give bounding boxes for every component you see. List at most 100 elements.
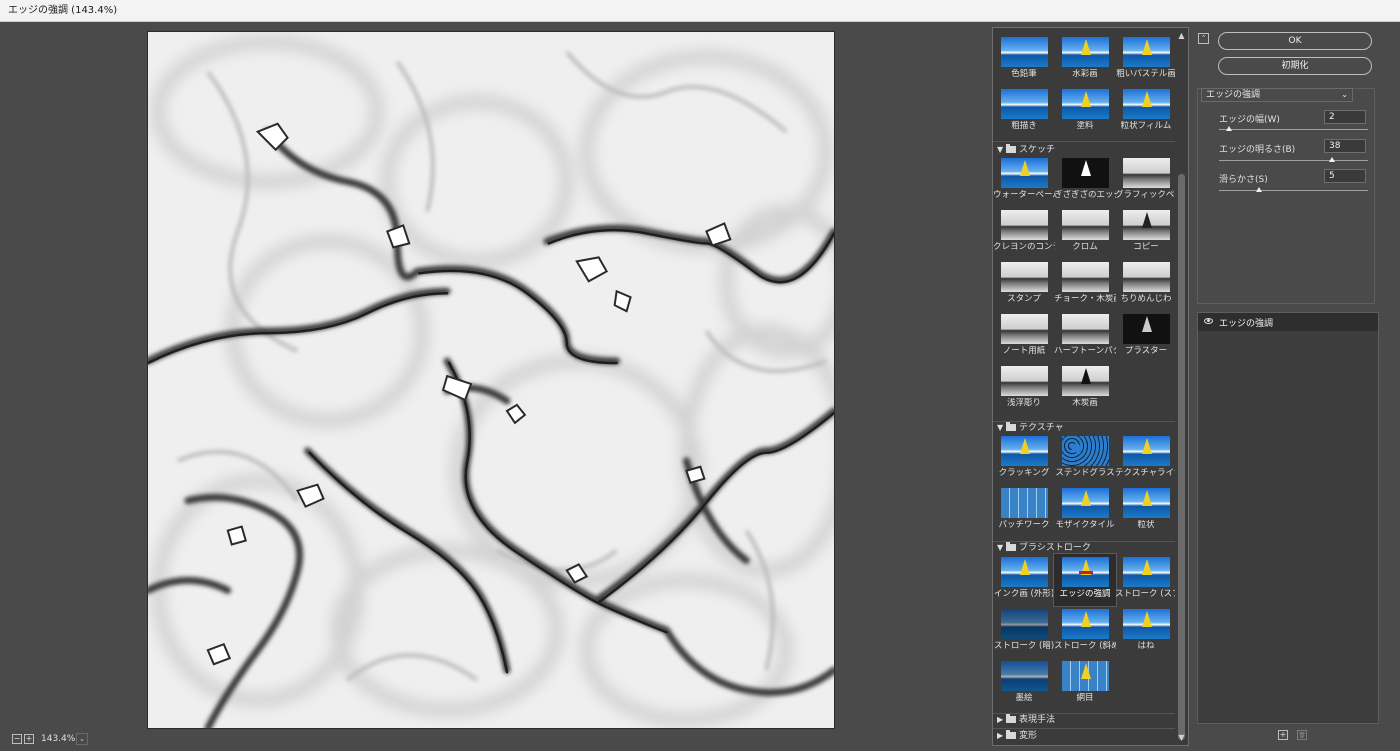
preview-image xyxy=(148,32,834,728)
filter-thumbnail xyxy=(1123,158,1170,188)
folder-icon xyxy=(1006,422,1016,431)
filter-label: ぎざぎざのエッジ xyxy=(1054,190,1116,200)
filter-label: クラッキング xyxy=(998,468,1050,478)
filter-thumb[interactable]: クレヨンのコンテ画 xyxy=(993,207,1055,259)
filter-thumb[interactable]: 塗料 xyxy=(1054,86,1116,138)
expand-triangle-icon: ▶ xyxy=(997,715,1004,724)
filter-thumbnail xyxy=(1123,210,1170,240)
filter-label: ストローク (斜め) xyxy=(1054,641,1116,651)
category-brush-strokes[interactable]: ▼ ブラシストローク xyxy=(997,542,1175,554)
zoom-dropdown[interactable]: ⌄ xyxy=(76,733,88,745)
smoothness-slider-thumb[interactable] xyxy=(1256,187,1263,192)
scroll-down-arrow-icon[interactable]: ▼ xyxy=(1177,733,1186,742)
filter-thumb[interactable]: ストローク (スプレー) xyxy=(1115,554,1177,606)
filter-thumb[interactable]: パッチワーク xyxy=(993,485,1055,537)
category-label: 変形 xyxy=(1019,731,1038,741)
filter-thumb[interactable]: 墨絵 xyxy=(993,658,1055,710)
reset-button[interactable]: 初期化 xyxy=(1218,57,1372,75)
filter-thumb[interactable]: テクスチャライザー xyxy=(1115,433,1177,485)
folder-icon xyxy=(1006,730,1016,739)
filter-thumb[interactable]: 網目 xyxy=(1054,658,1116,710)
filter-thumbnail xyxy=(1001,89,1048,119)
expand-triangle-icon: ▶ xyxy=(997,731,1004,740)
filter-thumbnail xyxy=(1062,262,1109,292)
filter-thumbnail xyxy=(1062,210,1109,240)
ok-button[interactable]: OK xyxy=(1218,32,1372,50)
filter-select[interactable]: エッジの強調 ⌄ xyxy=(1201,88,1353,102)
category-distort[interactable]: ▶ 変形 xyxy=(997,730,1175,742)
smoothness-input[interactable]: 5 xyxy=(1324,169,1366,183)
filter-thumbnail xyxy=(1001,488,1048,518)
param-label-edge-brightness: エッジの明るさ(B) xyxy=(1219,145,1296,155)
filter-thumb[interactable]: 浅浮彫り xyxy=(993,363,1055,415)
eye-icon[interactable] xyxy=(1204,318,1213,324)
filter-label: クロム xyxy=(1072,242,1098,252)
filter-thumb[interactable]: プラスター xyxy=(1115,311,1177,363)
filter-thumb[interactable]: 粒状フィルム xyxy=(1115,86,1177,138)
gallery-scrollbar[interactable]: ▲ ▼ xyxy=(1175,28,1188,745)
filter-label: 水彩画 xyxy=(1072,69,1098,79)
filter-thumbnail xyxy=(1123,557,1170,587)
filter-label: 塗料 xyxy=(1076,121,1094,131)
new-effect-layer-button[interactable]: + xyxy=(1278,730,1288,740)
filter-select-value: エッジの強調 xyxy=(1206,90,1261,100)
collapse-gallery-icon[interactable]: ⌃ xyxy=(1198,33,1209,44)
filter-thumb-selected[interactable]: エッジの強調 xyxy=(1053,553,1117,607)
filter-thumb[interactable]: モザイクタイル xyxy=(1054,485,1116,537)
filter-label: 網目 xyxy=(1076,693,1094,703)
filter-thumbnail xyxy=(1062,488,1109,518)
filter-label: 墨絵 xyxy=(1015,693,1033,703)
trash-icon: 🗑 xyxy=(1298,732,1306,739)
filter-thumb[interactable]: ノート用紙 xyxy=(993,311,1055,363)
zoom-in-button[interactable]: + xyxy=(24,734,34,744)
folder-icon xyxy=(1006,714,1016,723)
smoothness-slider[interactable] xyxy=(1219,190,1368,191)
filter-thumb[interactable]: 水彩画 xyxy=(1054,34,1116,86)
filter-thumbnail xyxy=(1062,89,1109,119)
edge-width-slider-thumb[interactable] xyxy=(1226,126,1233,131)
filter-thumb[interactable]: クロム xyxy=(1054,207,1116,259)
filter-gallery-list: 色鉛筆 水彩画 粗いパステル画 粗描き 塗料 粒状フィルム ▼ スケッチ ウォータ… xyxy=(993,28,1177,745)
edge-width-slider[interactable] xyxy=(1219,129,1368,130)
category-label: ブラシストローク xyxy=(1019,543,1091,553)
filter-thumbnail xyxy=(1001,210,1048,240)
filter-thumb[interactable]: ハーフトーンパターン xyxy=(1054,311,1116,363)
filter-label: 粒状フィルム xyxy=(1120,121,1172,131)
preview-canvas[interactable] xyxy=(147,31,835,729)
delete-effect-layer-button[interactable]: 🗑 xyxy=(1297,730,1307,740)
filter-thumb[interactable]: 粗描き xyxy=(993,86,1055,138)
filter-thumb[interactable]: ちりめんじわ xyxy=(1115,259,1177,311)
filter-thumbnail xyxy=(1001,557,1048,587)
edge-width-input[interactable]: 2 xyxy=(1324,110,1366,124)
filter-label: 木炭画 xyxy=(1072,398,1098,408)
scroll-up-arrow-icon[interactable]: ▲ xyxy=(1177,31,1186,40)
category-stylize[interactable]: ▶ 表現手法 xyxy=(997,714,1175,726)
filter-thumb[interactable]: はね xyxy=(1115,606,1177,658)
filter-thumb[interactable]: ぎざぎざのエッジ xyxy=(1054,155,1116,207)
edge-brightness-slider[interactable] xyxy=(1219,160,1368,161)
filter-thumb[interactable]: 粒状 xyxy=(1115,485,1177,537)
filter-thumbnail xyxy=(1062,314,1109,344)
filter-thumb[interactable]: 粗いパステル画 xyxy=(1115,34,1177,86)
filter-thumb[interactable]: ウォーターペーパー xyxy=(993,155,1055,207)
filter-thumb[interactable]: 木炭画 xyxy=(1054,363,1116,415)
filter-label: ノート用紙 xyxy=(1002,346,1046,356)
filter-thumb[interactable]: インク画 (外形) xyxy=(993,554,1055,606)
filter-thumb[interactable]: クラッキング xyxy=(993,433,1055,485)
filter-thumbnail xyxy=(1123,89,1170,119)
filter-thumb[interactable]: コピー xyxy=(1115,207,1177,259)
filter-label: 粗いパステル画 xyxy=(1116,69,1176,79)
edge-brightness-slider-thumb[interactable] xyxy=(1329,157,1336,162)
filter-thumb[interactable]: チョーク・木炭画 xyxy=(1054,259,1116,311)
filter-thumb[interactable]: ステンドグラス xyxy=(1054,433,1116,485)
filter-thumb[interactable]: スタンプ xyxy=(993,259,1055,311)
filter-thumb[interactable]: ストローク (暗) xyxy=(993,606,1055,658)
filter-thumb[interactable]: 色鉛筆 xyxy=(993,34,1055,86)
effect-layer-row[interactable]: エッジの強調 xyxy=(1198,313,1378,331)
scroll-thumb[interactable] xyxy=(1178,174,1185,740)
filter-thumb[interactable]: グラフィックペン xyxy=(1115,155,1177,207)
filter-thumb[interactable]: ストローク (斜め) xyxy=(1054,606,1116,658)
edge-brightness-input[interactable]: 38 xyxy=(1324,139,1366,153)
preview-area[interactable] xyxy=(0,22,990,730)
zoom-out-button[interactable]: − xyxy=(12,734,22,744)
